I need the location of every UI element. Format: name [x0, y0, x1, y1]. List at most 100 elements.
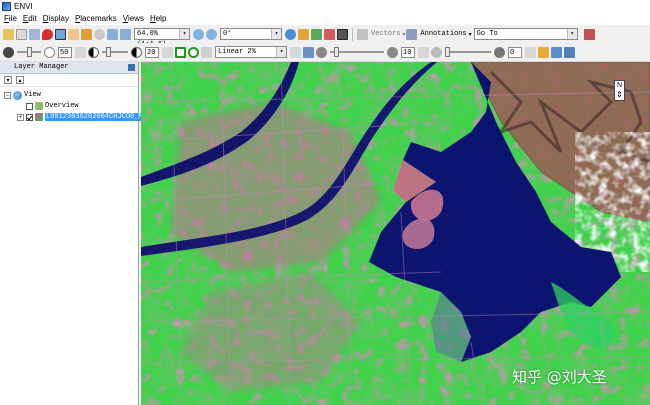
stretch-refresh-icon[interactable] [188, 46, 199, 58]
view-globe-icon [13, 90, 22, 100]
data-manager-icon[interactable] [16, 28, 27, 40]
raster-layer-icon [35, 113, 43, 121]
brightness-slider-knob[interactable] [27, 47, 32, 57]
swipe-icon[interactable] [564, 46, 575, 58]
layer-checkbox[interactable] [26, 113, 33, 121]
layer-manager-tools: ▾ ▴ [0, 74, 138, 87]
watermark: 知乎 @刘大圣 [512, 368, 607, 386]
brightness-slider[interactable] [17, 46, 41, 58]
brightness-icon [3, 46, 14, 58]
portal-icon[interactable] [324, 28, 335, 40]
transparency-slider-knob[interactable] [445, 47, 450, 57]
chevron-down-icon: ▾ [271, 29, 281, 39]
zoom-out-icon[interactable] [120, 28, 131, 40]
title-bar: ENVI [0, 0, 650, 12]
contrast-high-icon [131, 46, 142, 58]
transparency-icon [431, 46, 442, 58]
zoom-icon[interactable] [94, 28, 105, 40]
fly-icon[interactable] [81, 28, 92, 40]
panel-close-icon[interactable] [128, 64, 135, 71]
window-title: ENVI [14, 1, 33, 11]
tree-row-overview[interactable]: Overview [26, 101, 79, 111]
goto-go-icon[interactable] [583, 28, 595, 40]
stretch-combo[interactable]: Linear 2% ▾ [215, 46, 287, 58]
select-arrow-icon[interactable] [55, 28, 66, 40]
contrast-field[interactable]: 20 [145, 46, 159, 58]
layer-label: L08123036202004CHJCO0_MTL [45, 113, 153, 121]
menu-bar: File Edit Display Placemarks Views Help [0, 12, 650, 25]
reset-transparency-icon[interactable] [525, 46, 536, 58]
vectors-icon[interactable] [357, 28, 368, 40]
reset-brightness-icon[interactable] [75, 46, 86, 58]
sharpen-icon[interactable] [303, 46, 314, 58]
contrast-slider[interactable] [102, 46, 128, 58]
reset-contrast-icon[interactable] [162, 46, 173, 58]
menu-file[interactable]: File [4, 14, 17, 23]
expand-layer-icon[interactable]: + [17, 113, 24, 121]
layer-manager-panel: Layer Manager ▾ ▴ − View Overview + L081… [0, 62, 153, 405]
contrast-slider-knob[interactable] [106, 47, 111, 57]
collapse-all-icon[interactable]: ▾ [4, 76, 12, 84]
sharpen-slider-knob[interactable] [334, 47, 339, 57]
chevron-down-icon: ▾ [468, 31, 472, 38]
rotate-ccw-icon[interactable] [206, 28, 217, 40]
transparency-field[interactable]: 0 [508, 46, 522, 58]
annotations-icon[interactable] [406, 28, 418, 40]
menu-help[interactable]: Help [150, 14, 166, 23]
sharpen-slider[interactable] [330, 46, 384, 58]
chevron-down-icon: ▾ [402, 31, 406, 38]
rotate-icon[interactable] [193, 28, 204, 40]
layer-icon[interactable] [29, 28, 40, 40]
brightness-field[interactable]: 50 [58, 46, 72, 58]
open-file-icon[interactable] [3, 28, 14, 40]
layer-manager-header: Layer Manager [0, 62, 138, 74]
tree-row-view[interactable]: − View [4, 90, 41, 100]
transparency-high-icon [494, 46, 505, 58]
globe-icon[interactable] [285, 28, 296, 40]
envi-app-icon [2, 1, 11, 11]
collapse-view-icon[interactable]: − [4, 91, 11, 99]
display-toolbar: 50 20 Linear 2% ▾ 10 0 [0, 43, 650, 62]
menu-views[interactable]: Views [123, 14, 144, 23]
stretch-value: Linear 2% [218, 48, 256, 56]
overview-label: Overview [45, 102, 79, 110]
contrast-icon [88, 46, 99, 58]
reset-sharpen-icon[interactable] [418, 46, 429, 58]
overview-checkbox[interactable] [26, 102, 33, 110]
brightness-bright-icon [44, 46, 55, 58]
main-toolbar: 64.0% (1:1.6)▾ 0° ▾ Vectors ▾ Annotations… [0, 25, 650, 49]
north-arrow-label: N [616, 82, 623, 89]
chevron-down-icon: ▾ [566, 29, 577, 39]
chevron-down-icon: ▾ [179, 29, 189, 39]
chart-icon[interactable] [538, 46, 549, 58]
zoom-combo[interactable]: 64.0% (1:1.6)▾ [134, 28, 190, 49]
menu-display[interactable]: Display [43, 14, 69, 23]
sharpen-field[interactable]: 10 [401, 46, 415, 58]
goto-combo[interactable]: Go To ▾ [473, 28, 578, 40]
stretch-icon[interactable] [175, 46, 186, 58]
tree-row-layer[interactable]: + L08123036202004CHJCO0_MTL [17, 112, 153, 122]
flicker-icon[interactable] [551, 46, 562, 58]
menu-edit[interactable]: Edit [23, 14, 37, 23]
pan-hand-icon[interactable] [68, 28, 79, 40]
satellite-image [141, 62, 650, 405]
vectors-button[interactable]: Vectors [371, 30, 400, 38]
link-views-icon[interactable] [311, 28, 322, 40]
image-view[interactable] [141, 62, 650, 405]
chip-to-file-icon[interactable] [337, 28, 348, 40]
cursor-value-icon[interactable] [42, 28, 53, 40]
overview-icon [35, 102, 43, 110]
rotation-combo[interactable]: 0° ▾ [220, 28, 282, 40]
annotations-button[interactable]: Annotations [420, 30, 466, 38]
expand-all-icon[interactable]: ▴ [16, 76, 24, 84]
north-arrow-icon: ⇕ [616, 90, 623, 99]
zoom-in-icon[interactable] [107, 28, 118, 40]
north-arrow: N ⇕ [614, 80, 625, 101]
view-label: View [24, 91, 41, 99]
transparency-slider[interactable] [445, 46, 491, 58]
reset-stretch-icon[interactable] [290, 46, 301, 58]
crosshair-icon[interactable] [298, 28, 309, 40]
menu-placemarks[interactable]: Placemarks [75, 14, 117, 23]
histogram-icon[interactable] [201, 46, 212, 58]
layer-manager-title: Layer Manager [14, 63, 69, 71]
